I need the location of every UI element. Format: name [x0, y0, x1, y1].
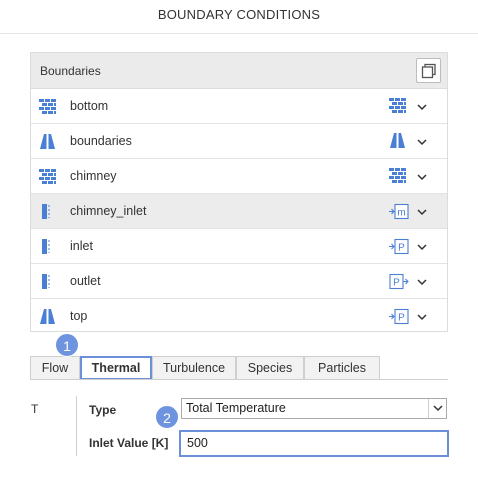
- thermal-section-label: T: [31, 402, 39, 416]
- svg-text:m: m: [397, 208, 405, 219]
- section-divider: [76, 396, 77, 456]
- boundary-row-chimney[interactable]: chimney: [31, 159, 447, 194]
- inlet-value-label: Inlet Value [K]: [89, 436, 169, 450]
- boundary-name: chimney_inlet: [70, 204, 147, 218]
- step-badge-1: 1: [55, 333, 79, 357]
- chevron-down-icon[interactable]: [416, 205, 428, 217]
- symmetry-icon: [39, 309, 56, 324]
- symmetry-icon[interactable]: [389, 133, 409, 150]
- patch-icon: [39, 274, 56, 289]
- boundary-name: outlet: [70, 274, 101, 288]
- chevron-down-icon[interactable]: [428, 399, 446, 418]
- boundaries-header-label: Boundaries: [40, 64, 101, 78]
- tab-flow[interactable]: Flow: [30, 356, 80, 380]
- boundary-row-top[interactable]: top P: [31, 299, 447, 334]
- boundary-name: bottom: [70, 99, 109, 113]
- boundary-row-outlet[interactable]: outlet P: [31, 264, 447, 299]
- copy-icon: [421, 63, 436, 79]
- chevron-down-icon[interactable]: [416, 100, 428, 112]
- step-badge-2: 2: [155, 405, 179, 429]
- svg-text:P: P: [398, 313, 405, 324]
- copy-button[interactable]: [416, 58, 441, 83]
- boundary-name: inlet: [70, 239, 93, 253]
- chevron-down-icon[interactable]: [416, 310, 428, 322]
- patch-icon: [39, 204, 56, 219]
- pressure-inlet-icon[interactable]: P: [389, 308, 409, 325]
- boundary-list: bottom boundaries chimney chimney_inlet …: [31, 89, 447, 334]
- svg-text:P: P: [393, 278, 400, 289]
- wall-icon: [39, 169, 56, 184]
- patch-icon: [39, 239, 56, 254]
- type-label: Type: [89, 403, 117, 417]
- boundary-name: chimney: [70, 169, 117, 183]
- title-divider: [0, 33, 478, 34]
- wall-icon[interactable]: [389, 168, 409, 185]
- tab-thermal[interactable]: Thermal: [80, 356, 152, 380]
- tab-particles[interactable]: Particles: [304, 356, 380, 380]
- tab-turbulence[interactable]: Turbulence: [152, 356, 236, 380]
- wall-icon[interactable]: [389, 98, 409, 115]
- wall-icon: [39, 99, 56, 114]
- svg-text:P: P: [398, 243, 405, 254]
- boundary-name: top: [70, 309, 88, 323]
- type-select-value: Total Temperature: [186, 401, 286, 415]
- chevron-down-icon[interactable]: [416, 135, 428, 147]
- tab-bar: Flow Thermal Turbulence Species Particles: [30, 356, 380, 380]
- symmetry-icon: [39, 134, 56, 149]
- boundary-row-boundaries[interactable]: boundaries: [31, 124, 447, 159]
- pressure-inlet-icon[interactable]: P: [389, 238, 409, 255]
- chevron-down-icon[interactable]: [416, 170, 428, 182]
- boundary-row-chimney-inlet[interactable]: chimney_inlet m: [31, 194, 447, 229]
- boundary-row-inlet[interactable]: inlet P: [31, 229, 447, 264]
- boundary-name: boundaries: [70, 134, 132, 148]
- chevron-down-icon[interactable]: [416, 275, 428, 287]
- page-title: BOUNDARY CONDITIONS: [157, 7, 321, 22]
- chevron-down-icon[interactable]: [416, 240, 428, 252]
- boundaries-panel: Boundaries bottom boundaries chimney chi…: [30, 52, 448, 332]
- type-select[interactable]: Total Temperature: [181, 398, 447, 419]
- boundary-row-bottom[interactable]: bottom: [31, 89, 447, 124]
- tab-bar-baseline: [30, 379, 448, 380]
- pressure-outlet-icon[interactable]: P: [389, 273, 409, 290]
- mass-flow-inlet-icon[interactable]: m: [389, 203, 409, 220]
- tab-species[interactable]: Species: [236, 356, 304, 380]
- inlet-value-input[interactable]: 500: [179, 430, 449, 457]
- boundaries-header: Boundaries: [31, 53, 447, 89]
